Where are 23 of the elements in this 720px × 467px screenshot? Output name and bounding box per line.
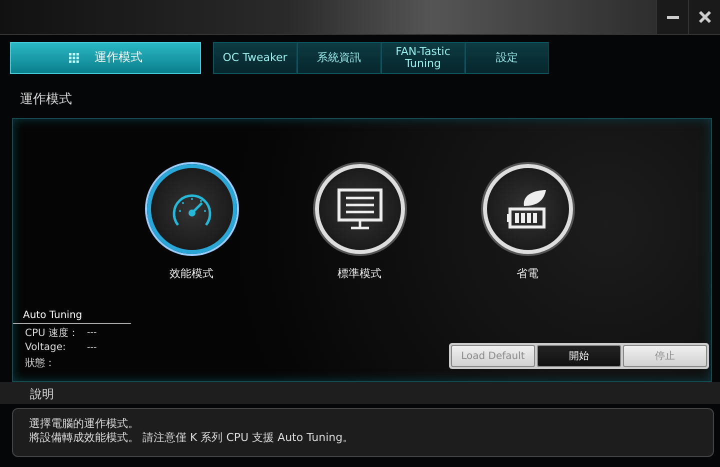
status-value: --- (87, 328, 97, 338)
close-icon (698, 10, 712, 24)
status-label: CPU 速度： (25, 326, 80, 340)
status-label: 狀態： (25, 356, 56, 370)
close-button[interactable] (688, 0, 720, 34)
tab[interactable]: FAN-Tastic Tuning (381, 42, 465, 74)
mode-label: 省電 (516, 266, 538, 281)
mode-label: 標準模式 (338, 266, 382, 281)
status-label: Voltage: (25, 342, 67, 353)
description-text: 選擇電腦的運作模式。 (29, 417, 140, 431)
description-text: 將設備轉成效能模式。 請注意僅 K 系列 CPU 支援 Auto Tuning。 (29, 431, 355, 445)
status-value: --- (87, 342, 97, 352)
section-title: 運作模式 (19, 91, 73, 109)
tab[interactable]: OC Tweaker (213, 42, 297, 74)
description-title: 說明 (0, 382, 720, 404)
auto-tuning-title: Auto Tuning (13, 310, 131, 324)
action-button[interactable]: 開始 (537, 345, 621, 367)
minimize-button[interactable] (656, 0, 688, 34)
tab[interactable]: 設定 (465, 42, 549, 74)
monitor-icon (336, 188, 382, 230)
tab[interactable]: 系統資訊 (297, 42, 381, 74)
mode-label: 效能模式 (170, 266, 214, 281)
grid-icon (68, 53, 78, 63)
